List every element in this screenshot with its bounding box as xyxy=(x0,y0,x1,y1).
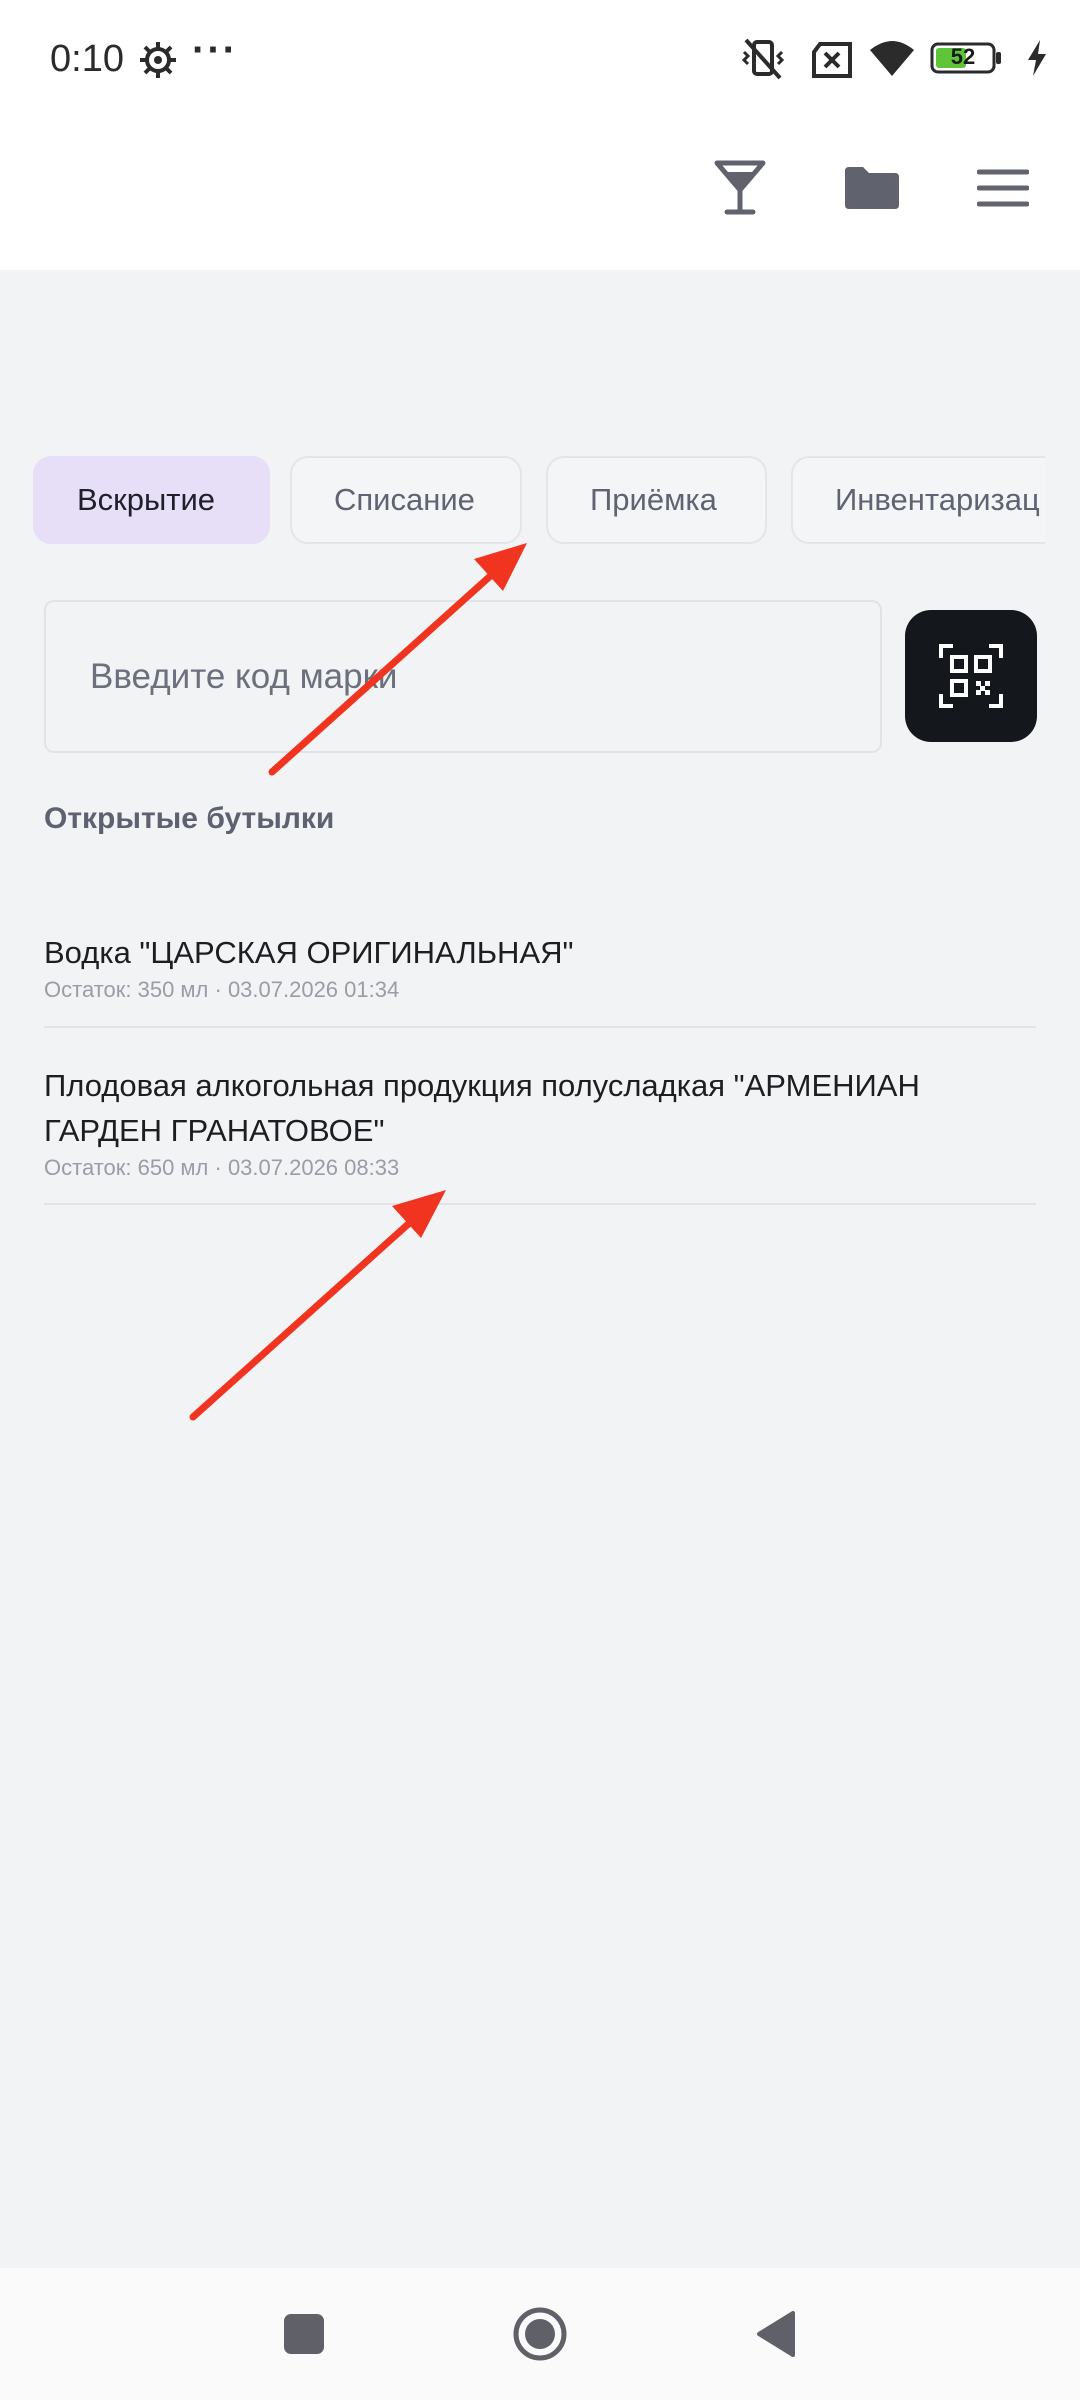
tab-label: Списание xyxy=(334,482,475,517)
bottle-meta: Остаток: 350 мл · 03.07.2026 01:34 xyxy=(44,977,400,1002)
tab-receiving[interactable]: Приёмка xyxy=(546,456,767,544)
bottle-name: Плодовая алкогольная продукция полусладк… xyxy=(44,1068,920,1148)
mark-code-input[interactable] xyxy=(44,600,882,753)
battery-icon: 52 xyxy=(930,42,1002,74)
home-button[interactable] xyxy=(500,2268,580,2400)
home-icon xyxy=(513,2307,567,2361)
list-item[interactable]: Плодовая алкогольная продукция полусладк… xyxy=(44,1063,1036,1205)
bottle-meta: Остаток: 650 мл · 03.07.2026 08:33 xyxy=(44,1155,400,1180)
system-nav-bar xyxy=(0,2268,1080,2400)
tab-inventory[interactable]: Инвентаризац xyxy=(791,456,1045,544)
operation-tabs: Вскрытие Списание Приёмка Инвентаризац xyxy=(33,456,1045,544)
tab-label: Вскрытие xyxy=(77,482,216,517)
list-item[interactable]: Водка "ЦАРСКАЯ ОРИГИНАЛЬНАЯ" Остаток: 35… xyxy=(44,930,1036,1028)
wifi-icon xyxy=(870,41,914,76)
app-bar xyxy=(0,124,1080,270)
qr-scan-button[interactable] xyxy=(905,610,1037,742)
back-icon xyxy=(757,2311,795,2357)
back-button[interactable] xyxy=(736,2268,816,2400)
status-bar: 0:10 ··· 52 xyxy=(0,0,1080,124)
tab-label: Приёмка xyxy=(590,482,717,517)
annotation-arrow xyxy=(189,1190,446,1421)
more-notifications-icon: ··· xyxy=(192,28,238,72)
recents-button[interactable] xyxy=(264,2268,344,2400)
charging-icon xyxy=(1028,40,1046,76)
tab-write-off[interactable]: Списание xyxy=(290,456,522,544)
menu-icon[interactable] xyxy=(967,152,1039,224)
status-time: 0:10 xyxy=(50,38,124,80)
tab-label: Инвентаризац xyxy=(835,482,1040,517)
battery-level: 52 xyxy=(950,44,976,69)
open-bottles-title: Открытые бутылки xyxy=(44,802,335,835)
bottle-name: Водка "ЦАРСКАЯ ОРИГИНАЛЬНАЯ" xyxy=(44,935,574,970)
recents-icon xyxy=(284,2314,324,2354)
no-sim-icon xyxy=(812,42,852,78)
qr-scan-icon xyxy=(939,644,1003,708)
tab-opening[interactable]: Вскрытие xyxy=(33,456,270,544)
vibrate-off-icon xyxy=(741,38,785,80)
folder-icon[interactable] xyxy=(836,152,908,224)
glass-icon[interactable] xyxy=(704,152,776,224)
gear-icon xyxy=(140,42,176,78)
